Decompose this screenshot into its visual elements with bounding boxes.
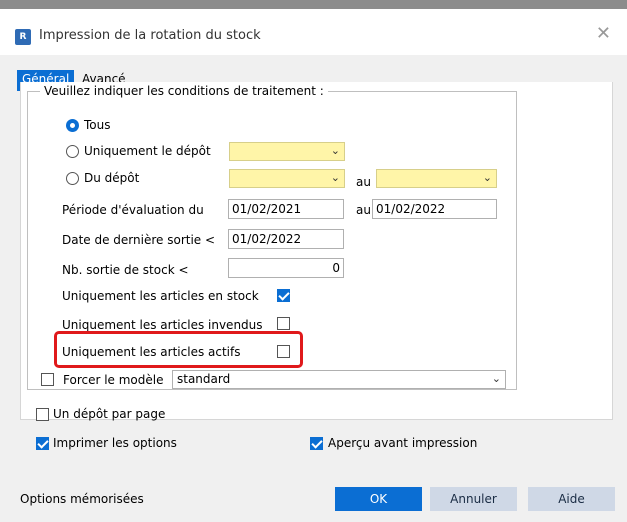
radio-uniquement-depot-label: Uniquement le dépôt	[84, 144, 211, 158]
actifs-checkbox[interactable]	[277, 345, 290, 358]
conditions-legend: Veuillez indiquer les conditions de trai…	[40, 84, 328, 98]
en-stock-checkbox[interactable]	[277, 289, 290, 302]
depot-to-select[interactable]: ⌄	[376, 169, 497, 188]
top-strip	[0, 0, 627, 9]
forcer-modele-label: Forcer le modèle	[63, 373, 164, 387]
options-memorisees-link[interactable]: Options mémorisées	[20, 492, 144, 506]
depot-par-page-label: Un dépôt par page	[53, 407, 166, 421]
chevron-down-icon: ⌄	[330, 144, 340, 157]
close-icon[interactable]: ✕	[596, 23, 611, 44]
annuler-button[interactable]: Annuler	[430, 487, 517, 511]
forcer-modele-checkbox[interactable]	[41, 373, 54, 386]
nb-sortie-input[interactable]: 0	[228, 258, 344, 278]
depot-to-label: au	[356, 175, 371, 189]
apercu-label: Aperçu avant impression	[328, 436, 478, 450]
periode-to-input[interactable]: 01/02/2022	[372, 199, 497, 219]
ok-button[interactable]: OK	[335, 487, 422, 511]
modele-select[interactable]: standard ⌄	[172, 370, 506, 389]
derniere-sortie-label: Date de dernière sortie <	[62, 233, 216, 247]
window-title: Impression de la rotation du stock	[39, 28, 261, 43]
periode-label: Période d'évaluation du	[62, 203, 204, 217]
chevron-down-icon: ⌄	[491, 372, 501, 385]
imprimer-options-checkbox[interactable]	[36, 437, 49, 450]
depot-par-page-checkbox[interactable]	[36, 408, 49, 421]
en-stock-label: Uniquement les articles en stock	[62, 289, 259, 303]
nb-sortie-label: Nb. sortie de stock <	[62, 263, 189, 277]
actifs-label: Uniquement les articles actifs	[62, 345, 241, 359]
invendus-label: Uniquement les articles invendus	[62, 318, 263, 332]
radio-tous[interactable]	[66, 119, 79, 132]
derniere-sortie-input[interactable]: 01/02/2022	[228, 229, 344, 249]
imprimer-options-label: Imprimer les options	[53, 436, 177, 450]
chevron-down-icon: ⌄	[482, 171, 492, 184]
apercu-checkbox[interactable]	[310, 437, 323, 450]
periode-to-label: au	[356, 203, 371, 217]
depot-select[interactable]: ⌄	[229, 142, 345, 161]
depot-from-select[interactable]: ⌄	[229, 169, 345, 188]
chevron-down-icon: ⌄	[330, 171, 340, 184]
modele-value: standard	[177, 372, 231, 386]
aide-button[interactable]: Aide	[528, 487, 615, 511]
radio-du-depot-label: Du dépôt	[84, 171, 140, 185]
app-icon: R	[15, 29, 31, 45]
invendus-checkbox[interactable]	[277, 317, 290, 330]
radio-tous-label: Tous	[84, 118, 111, 132]
title-bar: R Impression de la rotation du stock ✕	[0, 9, 627, 55]
radio-uniquement-depot[interactable]	[66, 145, 79, 158]
radio-du-depot[interactable]	[66, 172, 79, 185]
periode-from-input[interactable]: 01/02/2021	[228, 199, 344, 219]
